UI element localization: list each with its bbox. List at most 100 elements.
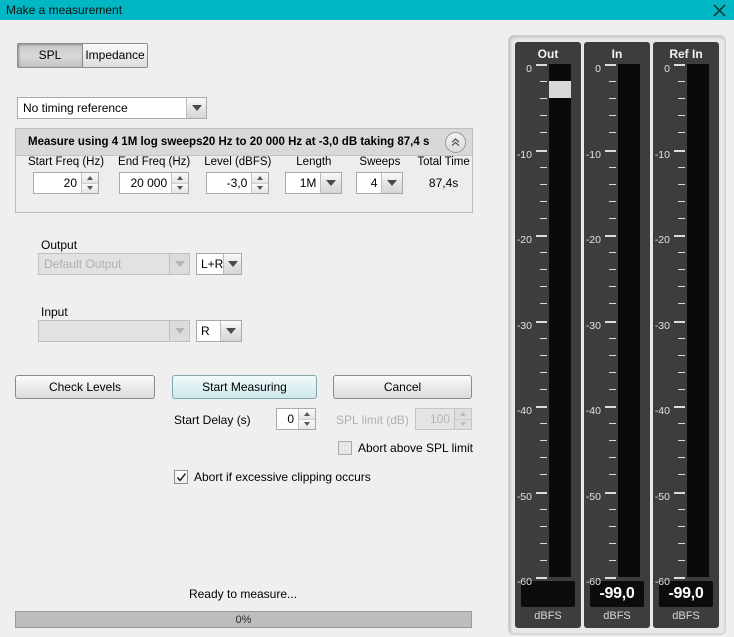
meter-tick-minor [540, 354, 547, 356]
meter-tick-major [605, 235, 616, 237]
stepper-down-icon[interactable] [252, 182, 269, 193]
meter-tick-minor [609, 286, 616, 288]
start-freq-label: Start Freq (Hz) [28, 156, 105, 168]
meter-ref-in: Ref In 0 -10 -20 -30 -40 -50 -60 -99,0 dBFS [653, 42, 719, 628]
meter-tick-label-text: -40 [585, 405, 601, 417]
meter-tick-major [674, 491, 685, 494]
measure-summary-header: Measure using 4 1M log sweeps20 Hz to 20… [16, 129, 472, 156]
end-freq-spinner[interactable]: 20 000 [119, 172, 190, 194]
field-end-freq: End Freq (Hz) 20 000 [118, 156, 190, 194]
meter-readout-value: -99,0 [599, 585, 635, 602]
start-delay-spinner[interactable]: 0 [276, 408, 316, 430]
meter-tick-minor [540, 440, 547, 442]
meter-tick-minor [609, 371, 616, 373]
check-levels-button[interactable]: Check Levels [15, 375, 155, 399]
start-freq-spinner[interactable]: 20 [33, 172, 100, 194]
spl-limit-spinner: 100 [415, 408, 472, 430]
meter-tick-minor [678, 542, 685, 544]
meter-tick-minor [609, 542, 616, 544]
stepper-up-icon[interactable] [252, 173, 269, 183]
stepper-down-icon [455, 418, 471, 429]
sweeps-select[interactable]: 4 [356, 172, 404, 194]
abort-if-clipping-checkbox[interactable]: Abort if excessive clipping occurs [174, 470, 371, 484]
meter-tick-minor [609, 423, 616, 425]
spl-limit-value: 100 [429, 412, 450, 426]
level-meters-panel: Out 0 -10 -20 -30 -40 -50 -60 dBFS In 0 -10 -20 -30 -4… [508, 35, 726, 635]
meter-tick-minor [609, 132, 616, 134]
meter-tick-minor [609, 269, 616, 271]
sweeps-value: 4 [370, 176, 378, 190]
stepper-down-icon[interactable] [299, 418, 315, 429]
meter-tick-major [536, 577, 547, 579]
stepper-up-icon[interactable] [172, 173, 189, 183]
meter-tick-minor [609, 200, 616, 202]
meter-scale: 0 -10 -20 -30 -40 -50 -60 [653, 63, 719, 587]
input-device-select[interactable] [38, 320, 190, 342]
meter-tick-major [674, 320, 685, 323]
meter-readout-value: -99,0 [668, 585, 704, 602]
meter-tick-minor [540, 457, 547, 459]
meter-tick-minor [678, 132, 685, 134]
meter-tick-minor [609, 337, 616, 339]
meter-tick-minor [540, 269, 547, 271]
timing-reference-select[interactable]: No timing reference [17, 97, 207, 119]
end-freq-label: End Freq (Hz) [118, 156, 191, 168]
stepper-down-icon[interactable] [82, 182, 99, 193]
meter-track [549, 64, 571, 577]
sweeps-label: Sweeps [359, 156, 401, 168]
tab-spl[interactable]: SPL [18, 44, 83, 67]
meter-unit-label: dBFS [672, 610, 700, 622]
meter-tick-minor [540, 542, 547, 544]
progress-label: 0% [235, 613, 252, 626]
double-chevron-up-icon[interactable] [445, 132, 466, 153]
stepper-down-icon[interactable] [172, 182, 189, 193]
meter-track [687, 64, 709, 577]
abort-above-spl-limit-checkbox[interactable]: Abort above SPL limit [338, 441, 473, 455]
meter-tick-label-text: 0 [595, 63, 601, 75]
output-channel-value: L+R [201, 257, 224, 271]
meter-tick-label-text: -40 [654, 405, 670, 417]
meter-tick-minor [678, 81, 685, 83]
meter-tick-label-text: 0 [664, 63, 670, 75]
close-icon[interactable] [708, 0, 730, 20]
measure-settings-group: Measure using 4 1M log sweeps20 Hz to 20… [15, 128, 473, 213]
measure-fields-row: Start Freq (Hz) 20 End Freq (Hz) 20 000 [16, 156, 472, 194]
stepper-up-icon[interactable] [299, 409, 315, 419]
meter-tick-label-text: -30 [585, 319, 601, 332]
cancel-button[interactable]: Cancel [333, 375, 472, 399]
stepper-up-icon[interactable] [82, 173, 99, 183]
meter-tick-minor [678, 115, 685, 117]
output-device-value: Default Output [44, 257, 122, 271]
meter-tick-major [674, 64, 685, 66]
level-label: Level (dBFS) [204, 156, 272, 168]
output-channel-select[interactable]: L+R [196, 253, 242, 275]
output-device-select[interactable]: Default Output [38, 253, 190, 275]
meter-tick-major [536, 320, 547, 323]
start-delay-stepper[interactable] [298, 409, 315, 429]
start-freq-stepper[interactable] [81, 173, 99, 193]
meter-tick-minor [540, 217, 547, 219]
meter-tick-minor [678, 217, 685, 219]
meter-tick-label-text: -20 [654, 234, 670, 246]
stepper-up-icon [455, 409, 471, 419]
input-channel-select[interactable]: R [196, 320, 242, 342]
meter-tick-minor [609, 183, 616, 185]
measurement-type-tabs: SPL Impedance [17, 43, 148, 68]
start-freq-value: 20 [63, 176, 78, 190]
field-start-freq: Start Freq (Hz) 20 [28, 156, 104, 194]
length-select[interactable]: 1M [285, 172, 343, 194]
end-freq-stepper[interactable] [171, 173, 189, 193]
window-title: Make a measurement [6, 3, 123, 17]
tab-impedance[interactable]: Impedance [83, 44, 147, 67]
start-measuring-button[interactable]: Start Measuring [172, 375, 317, 399]
chevron-down-icon [220, 321, 241, 341]
meter-tick-minor [678, 303, 685, 305]
meter-tick-minor [678, 457, 685, 459]
meter-tick-minor [540, 183, 547, 185]
meter-tick-major [605, 577, 616, 579]
output-label: Output [41, 238, 78, 252]
meter-tick-major [674, 577, 685, 579]
meter-tick-minor [609, 98, 616, 100]
level-spinner[interactable]: -3,0 [206, 172, 270, 194]
level-stepper[interactable] [251, 173, 269, 193]
